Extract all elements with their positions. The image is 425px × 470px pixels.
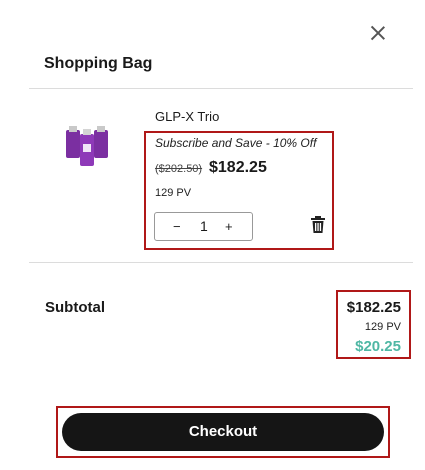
page-title: Shopping Bag xyxy=(44,55,153,72)
divider-top xyxy=(29,88,413,89)
item-price: $182.25 xyxy=(209,159,267,176)
subtotal-pv: 129 PV xyxy=(364,321,401,333)
checkout-button[interactable]: Checkout xyxy=(62,413,384,451)
trash-icon[interactable] xyxy=(311,216,325,233)
original-price: ($202.50) xyxy=(155,163,203,175)
quantity-value: 1 xyxy=(200,218,208,234)
subscription-label: Subscribe and Save - 10% Off xyxy=(155,136,317,150)
subtotal-label: Subtotal xyxy=(45,299,105,316)
decrease-quantity-button[interactable]: − xyxy=(173,219,181,234)
increase-quantity-button[interactable]: + xyxy=(225,219,233,234)
product-name[interactable]: GLP-X Trio xyxy=(155,109,219,124)
subtotal-price: $182.25 xyxy=(346,299,401,316)
close-icon[interactable] xyxy=(368,23,388,43)
divider-middle xyxy=(29,262,413,263)
item-pv: 129 PV xyxy=(155,187,192,199)
quantity-stepper[interactable]: − 1 + xyxy=(154,212,253,241)
savings-amount: $20.25 xyxy=(355,338,401,355)
product-image[interactable] xyxy=(64,120,110,174)
